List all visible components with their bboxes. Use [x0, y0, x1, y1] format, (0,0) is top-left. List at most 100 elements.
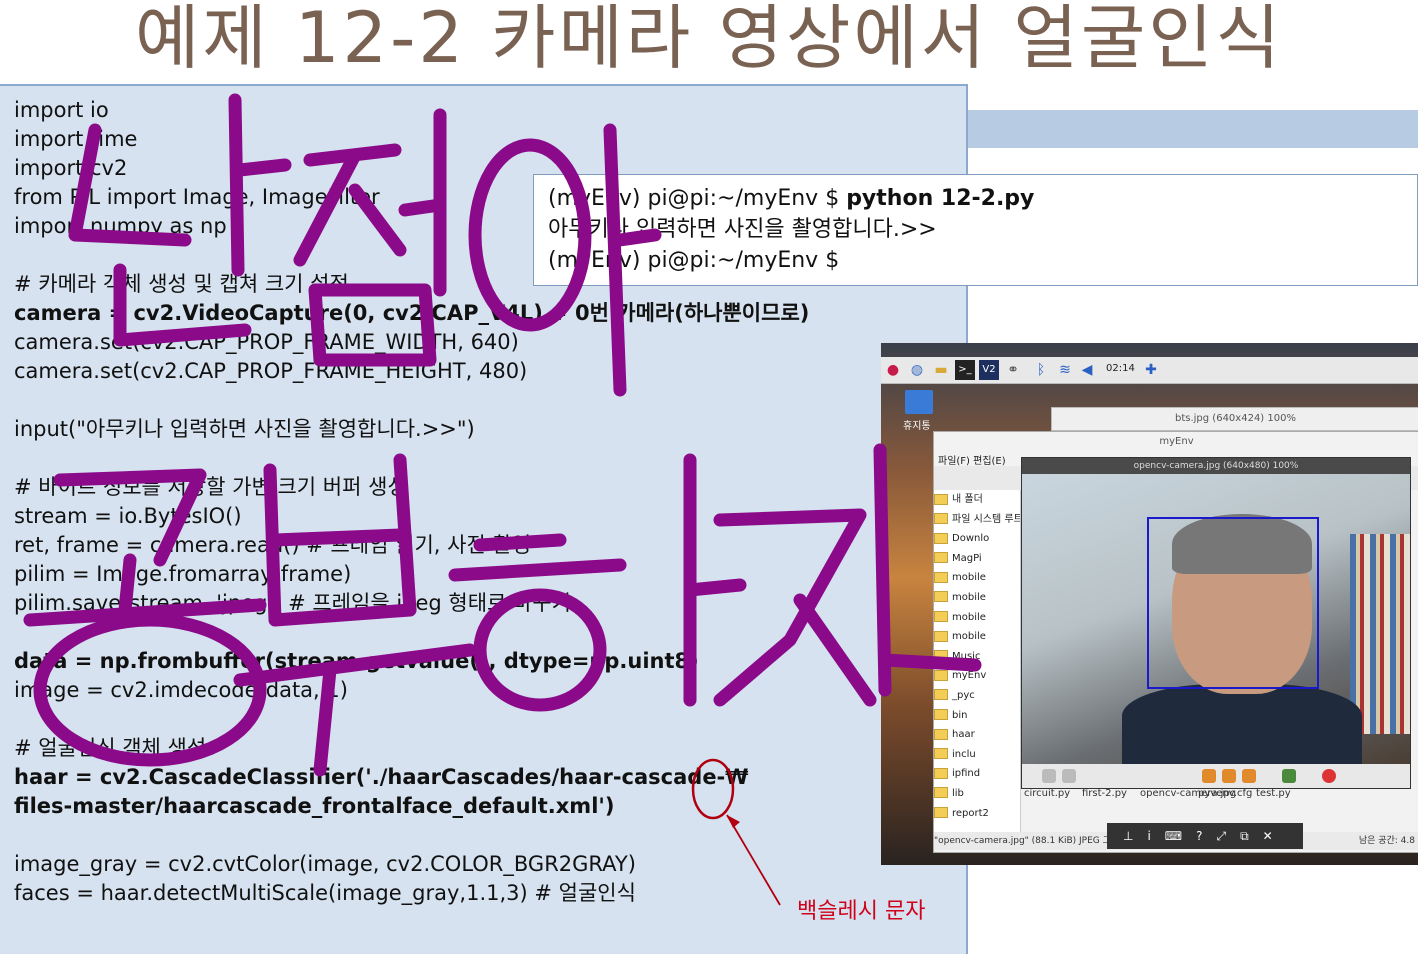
folder-icon: [934, 689, 948, 701]
rotate-left-icon[interactable]: [1202, 769, 1216, 783]
vnc-icon[interactable]: V2: [979, 360, 999, 380]
sidebar-folder-item[interactable]: mobile: [934, 588, 1020, 608]
network-icon[interactable]: ⚭: [1003, 360, 1023, 380]
sidebar-folder-label: Music: [952, 650, 981, 662]
folder-icon: [934, 787, 948, 799]
code-line: files-master/haarcascade_frontalface_def…: [14, 794, 615, 818]
volume-icon[interactable]: ◀: [1077, 360, 1097, 380]
sidebar-folder-item[interactable]: 내 폴더: [934, 490, 1020, 510]
sidebar-folder-item[interactable]: myEnv: [934, 666, 1020, 686]
sidebar-folder-item[interactable]: bin: [934, 706, 1020, 726]
sidebar-folder-label: MagPi: [952, 552, 982, 564]
folder-icon: [934, 552, 948, 564]
decorative-strip: [968, 110, 1418, 148]
camera-photo: [1022, 474, 1410, 764]
sidebar-folder-label: Downlo: [952, 533, 990, 545]
sidebar-folder-item[interactable]: ipfind: [934, 764, 1020, 784]
image-viewer-toolbar: [1022, 764, 1410, 788]
file-manager-sidebar: 내 폴더 파일 시스템 루트 Downlo MagPi mobile mobile mobi…: [934, 490, 1021, 850]
sidebar-folder-label: lib: [952, 787, 964, 799]
sidebar-folder-label: mobile: [952, 611, 986, 623]
terminal-line-1: (myEnv) pi@pi:~/myEnv $ python 12-2.py: [548, 183, 1403, 214]
sidebar-folder-item[interactable]: haar: [934, 725, 1020, 745]
trash-icon[interactable]: [905, 390, 933, 414]
sidebar-folder-item[interactable]: MagPi: [934, 549, 1020, 569]
folder-icon: [934, 611, 948, 623]
next-icon[interactable]: [1062, 769, 1076, 783]
sidebar-folder-item[interactable]: mobile: [934, 568, 1020, 588]
sidebar-folder-label: mobile: [952, 631, 986, 643]
folder-icon: [934, 513, 948, 525]
annotation-label: 백슬레시 문자: [797, 899, 926, 924]
code-line: camera = cv2.VideoCapture(0, cv2.CAP_V4L…: [14, 301, 810, 325]
code-line: camera.set(cv2.CAP_PROP_FRAME_WIDTH, 640…: [14, 330, 519, 354]
file-item[interactable]: circuit.py: [1024, 788, 1070, 799]
sidebar-folder-label: haar: [952, 729, 975, 741]
bluetooth-icon[interactable]: ᛒ: [1031, 360, 1051, 380]
sidebar-folder-item[interactable]: lib: [934, 784, 1020, 804]
folder-icon: [934, 669, 948, 681]
folder-icon: [934, 650, 948, 662]
sidebar-folder-item[interactable]: Music: [934, 647, 1020, 667]
raspberry-menu-icon[interactable]: ●: [883, 360, 903, 380]
terminal-prompt: (myEnv) pi@pi:~/myEnv $: [548, 186, 847, 211]
save-icon[interactable]: [1282, 769, 1296, 783]
code-line: image_gray = cv2.cvtColor(image, cv2.COL…: [14, 852, 636, 876]
terminal-command: python 12-2.py: [846, 186, 1035, 211]
folder-icon: [934, 571, 948, 583]
folder-icon: [934, 709, 948, 721]
code-line: stream = io.BytesIO(): [14, 504, 242, 528]
code-line: data = np.frombuffer(stream.getvalue(), …: [14, 649, 699, 673]
sidebar-folder-label: 내 폴더: [952, 494, 983, 505]
wifi-icon[interactable]: ≋: [1055, 360, 1075, 380]
add-icon[interactable]: ✚: [1141, 360, 1161, 380]
code-line: pilim = Image.fromarray(frame): [14, 562, 352, 586]
rotate-right-icon[interactable]: [1222, 769, 1236, 783]
sidebar-folder-label: myEnv: [952, 670, 987, 682]
flip-icon[interactable]: [1242, 769, 1256, 783]
terminal-line-3: (myEnv) pi@pi:~/myEnv $: [548, 248, 840, 273]
sidebar-folder-item[interactable]: mobile: [934, 608, 1020, 628]
code-line: faces = haar.detectMultiScale(image_gray…: [14, 881, 636, 905]
file-manager-menu[interactable]: 파일(F) 편집(E): [938, 452, 1006, 467]
sidebar-folder-label: bin: [952, 709, 968, 721]
file-manager-title: myEnv: [1159, 436, 1194, 447]
code-line: # 얼굴인식 객체 생성: [14, 736, 207, 760]
sidebar-folder-item[interactable]: 파일 시스템 루트: [934, 510, 1020, 530]
folder-icon: [934, 728, 948, 740]
image-viewer-window: opencv-camera.jpg (640x480) 100%: [1021, 457, 1411, 789]
browser-icon[interactable]: ◍: [907, 360, 927, 380]
status-left: "opencv-camera.jpg" (88.1 KiB) JPEG 그림: [934, 836, 1120, 846]
sidebar-folder-label: _pyc: [952, 689, 975, 701]
sidebar-folder-label: inclu: [952, 748, 976, 760]
person-body: [1122, 684, 1362, 764]
sidebar-folder-item[interactable]: inclu: [934, 745, 1020, 765]
delete-icon[interactable]: [1322, 769, 1336, 783]
file-item[interactable]: test.py: [1256, 788, 1291, 799]
terminal-output: (myEnv) pi@pi:~/myEnv $ python 12-2.py 아…: [533, 174, 1418, 286]
prev-icon[interactable]: [1042, 769, 1056, 783]
sidebar-folder-item[interactable]: _pyc: [934, 686, 1020, 706]
code-line: input("아무키나 입력하면 사진을 촬영합니다.>>"): [14, 417, 475, 441]
file-item[interactable]: first-2.py: [1082, 788, 1127, 799]
vnc-floating-toolbar[interactable]: ⊥i⌨?⤢⧉✕: [1107, 823, 1303, 849]
file-item[interactable]: pyvenv.cfg: [1198, 788, 1252, 799]
folder-icon: [934, 748, 948, 760]
face-detection-box: [1147, 517, 1319, 689]
sidebar-folder-item[interactable]: Downlo: [934, 529, 1020, 549]
code-line: haar = cv2.CascadeClassifier('./haarCasc…: [14, 765, 749, 789]
sidebar-folder-item[interactable]: report2: [934, 804, 1020, 824]
terminal-icon[interactable]: >_: [955, 360, 975, 380]
folder-icon[interactable]: ▬: [931, 360, 951, 380]
slide-title: 예제 12-2 카메라 영상에서 얼굴인식: [134, 0, 1284, 79]
folder-icon: [934, 807, 948, 818]
folder-icon: [934, 630, 948, 642]
code-line: image = cv2.imdecode(data, 1): [14, 678, 348, 702]
sidebar-folder-item[interactable]: mobile: [934, 627, 1020, 647]
sidebar-folder-label: 파일 시스템 루트: [952, 513, 1020, 525]
